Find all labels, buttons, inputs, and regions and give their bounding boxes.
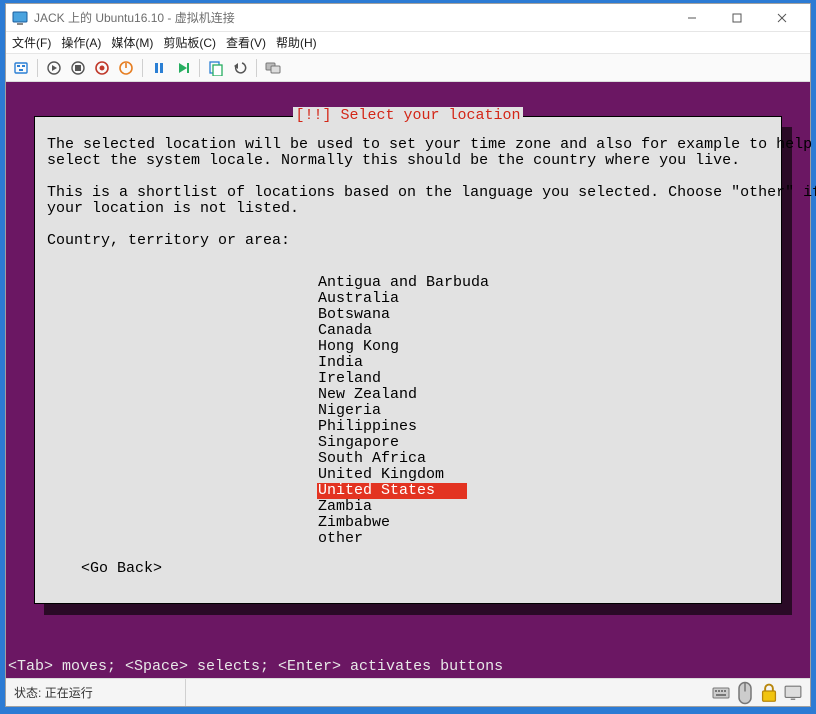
location-option[interactable]: Zambia	[317, 499, 490, 515]
location-option[interactable]: Singapore	[317, 435, 490, 451]
statusbar: 状态: 正在运行	[6, 678, 810, 706]
app-icon	[12, 11, 28, 25]
location-option[interactable]: Botswana	[317, 307, 490, 323]
menubar: 文件(F) 操作(A) 媒体(M) 剪贴板(C) 查看(V) 帮助(H)	[6, 32, 810, 54]
shut-down-button[interactable]	[91, 57, 113, 79]
menu-help[interactable]: 帮助(H)	[276, 34, 317, 51]
location-option[interactable]: India	[317, 355, 490, 371]
keyboard-icon	[712, 685, 730, 701]
location-option[interactable]: Canada	[317, 323, 490, 339]
location-option[interactable]: Philippines	[317, 419, 490, 435]
body-prompt: Country, territory or area:	[47, 232, 290, 249]
checkpoint-button[interactable]	[205, 57, 227, 79]
pause-button[interactable]	[148, 57, 170, 79]
body-line: This is a shortlist of locations based o…	[47, 184, 816, 201]
location-option[interactable]: New Zealand	[317, 387, 490, 403]
window-controls	[669, 4, 804, 32]
status-value: 正在运行	[45, 684, 93, 701]
status-label: 状态:	[14, 684, 41, 701]
location-option[interactable]: Hong Kong	[317, 339, 490, 355]
menu-action[interactable]: 操作(A)	[61, 34, 101, 51]
status-text: 状态: 正在运行	[6, 679, 186, 706]
body-line: your location is not listed.	[47, 200, 299, 217]
menu-file[interactable]: 文件(F)	[12, 34, 51, 51]
location-option[interactable]: Zimbabwe	[317, 515, 490, 531]
toolbar	[6, 54, 810, 82]
body-line: select the system locale. Normally this …	[47, 152, 740, 169]
reset-button[interactable]	[172, 57, 194, 79]
location-option[interactable]: Ireland	[317, 371, 490, 387]
turn-off-button[interactable]	[67, 57, 89, 79]
lock-icon	[760, 685, 778, 701]
guest-display[interactable]: [!!] Select your location The selected l…	[6, 82, 810, 678]
location-option[interactable]: Australia	[317, 291, 490, 307]
location-option[interactable]: South Africa	[317, 451, 490, 467]
menu-clip[interactable]: 剪贴板(C)	[163, 34, 216, 51]
location-list[interactable]: Antigua and BarbudaAustraliaBotswanaCana…	[317, 275, 490, 547]
save-state-button[interactable]	[115, 57, 137, 79]
location-option[interactable]: United States	[317, 483, 467, 499]
minimize-button[interactable]	[669, 4, 714, 32]
location-option[interactable]: United Kingdom	[317, 467, 490, 483]
window-title: JACK 上的 Ubuntu16.10 - 虚拟机连接	[34, 9, 235, 26]
dialog-body: The selected location will be used to se…	[35, 117, 781, 261]
go-back-button[interactable]: <Go Back>	[81, 561, 162, 577]
vm-window: JACK 上的 Ubuntu16.10 - 虚拟机连接 文件(F) 操作(A) …	[5, 3, 811, 707]
start-button[interactable]	[43, 57, 65, 79]
keyboard-hint: <Tab> moves; <Space> selects; <Enter> ac…	[8, 659, 503, 675]
menu-view[interactable]: 查看(V)	[226, 34, 266, 51]
location-option[interactable]: other	[317, 531, 490, 547]
close-button[interactable]	[759, 4, 804, 32]
display-config-icon[interactable]	[784, 685, 802, 701]
installer-dialog: [!!] Select your location The selected l…	[34, 116, 782, 604]
dialog-title: [!!] Select your location	[35, 108, 781, 124]
enhanced-session-button[interactable]	[262, 57, 284, 79]
titlebar: JACK 上的 Ubuntu16.10 - 虚拟机连接	[6, 4, 810, 32]
mouse-icon	[736, 685, 754, 701]
body-line: The selected location will be used to se…	[47, 136, 812, 153]
status-icons	[712, 685, 810, 701]
ctrl-alt-del-button[interactable]	[10, 57, 32, 79]
location-option[interactable]: Nigeria	[317, 403, 490, 419]
menu-media[interactable]: 媒体(M)	[111, 34, 153, 51]
location-option[interactable]: Antigua and Barbuda	[317, 275, 490, 291]
maximize-button[interactable]	[714, 4, 759, 32]
revert-button[interactable]	[229, 57, 251, 79]
